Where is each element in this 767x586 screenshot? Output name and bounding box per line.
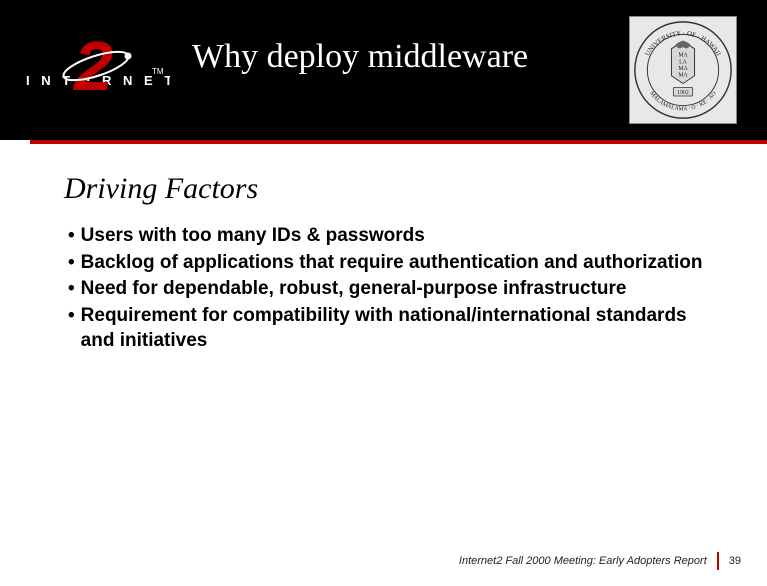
- bullet-icon: •: [68, 277, 81, 302]
- bullet-text: Users with too many IDs & passwords: [81, 224, 703, 249]
- list-item: • Need for dependable, robust, general-p…: [68, 277, 703, 302]
- bullet-icon: •: [68, 251, 81, 276]
- svg-text:MA: MA: [678, 73, 688, 79]
- svg-text:1902: 1902: [677, 90, 689, 96]
- bullet-list: • Users with too many IDs & passwords • …: [64, 224, 703, 353]
- slide-title: Why deploy middleware: [192, 38, 528, 76]
- university-seal: UNIVERSITY · OF · HAWAII MALAMALAMA · O …: [629, 16, 737, 124]
- logo-tm: TM: [152, 67, 164, 76]
- footer-separator: [717, 552, 719, 570]
- bullet-text: Requirement for compatibility with natio…: [81, 304, 703, 353]
- svg-text:LA: LA: [679, 59, 688, 65]
- bullet-icon: •: [68, 304, 81, 353]
- slide-footer: Internet2 Fall 2000 Meeting: Early Adopt…: [459, 552, 741, 570]
- list-item: • Users with too many IDs & passwords: [68, 224, 703, 249]
- slide-body: Driving Factors • Users with too many ID…: [0, 140, 767, 353]
- logo-numeral: 2: [72, 30, 113, 105]
- header-divider: [30, 140, 767, 144]
- footer-text: Internet2 Fall 2000 Meeting: Early Adopt…: [459, 555, 707, 567]
- slide-header: I N T E R N E T 2 TM Why deploy middlewa…: [0, 0, 767, 140]
- bullet-text: Backlog of applications that require aut…: [81, 251, 703, 276]
- page-number: 39: [729, 555, 741, 567]
- svg-text:MA: MA: [678, 66, 688, 72]
- list-item: • Backlog of applications that require a…: [68, 251, 703, 276]
- list-item: • Requirement for compatibility with nat…: [68, 304, 703, 353]
- svg-text:MA: MA: [678, 53, 688, 59]
- bullet-icon: •: [68, 224, 81, 249]
- subheading: Driving Factors: [64, 172, 703, 206]
- internet2-logo: I N T E R N E T 2 TM: [20, 30, 170, 110]
- bullet-text: Need for dependable, robust, general-pur…: [81, 277, 703, 302]
